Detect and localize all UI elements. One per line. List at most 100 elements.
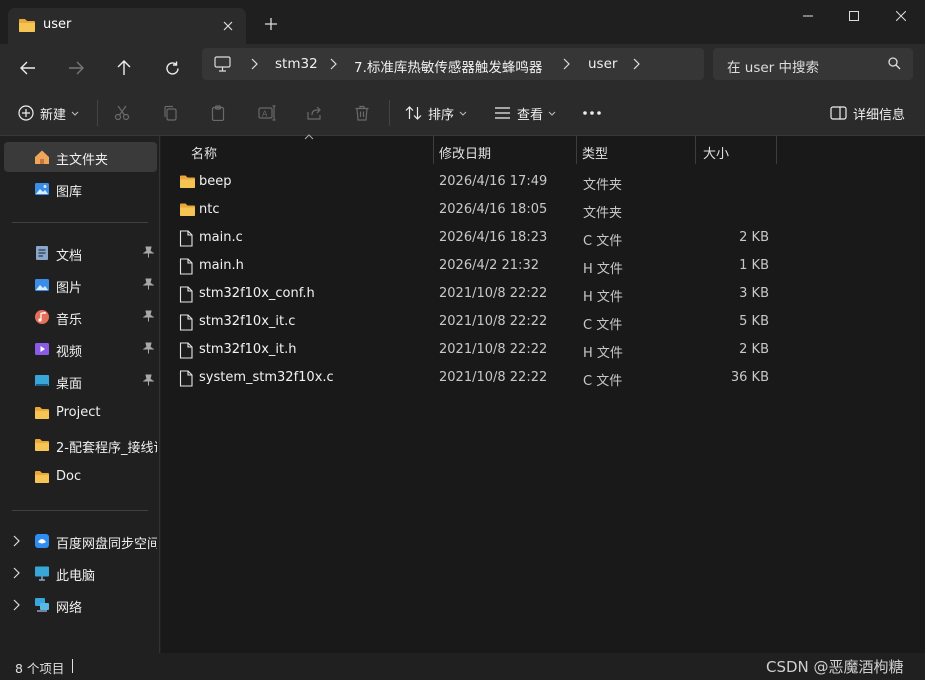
column-header-date[interactable]: 修改日期 bbox=[434, 136, 577, 164]
search-input[interactable]: 在 user 中搜索 bbox=[713, 48, 913, 80]
sort-button[interactable]: 排序 bbox=[405, 98, 467, 128]
sidebar-item-doc[interactable]: Doc bbox=[4, 462, 157, 492]
toolbar-divider bbox=[97, 100, 98, 126]
chevron-right-icon[interactable] bbox=[12, 567, 20, 579]
file-row[interactable]: ntc 2026/4/16 18:05 文件夹 bbox=[173, 196, 913, 224]
file-icon bbox=[179, 342, 193, 359]
new-tab-button[interactable] bbox=[258, 12, 284, 36]
column-label: 大小 bbox=[703, 147, 730, 162]
file-name: system_stm32f10x.c bbox=[199, 370, 334, 385]
file-row[interactable]: main.h 2026/4/2 21:32 H 文件 1 KB bbox=[173, 252, 913, 280]
new-label: 新建 bbox=[40, 107, 67, 123]
file-name: main.h bbox=[199, 258, 244, 273]
gallery-icon bbox=[35, 183, 49, 195]
details-pane-button[interactable]: 详细信息 bbox=[830, 98, 905, 128]
file-date: 2021/10/8 22:22 bbox=[439, 286, 548, 301]
file-name: main.c bbox=[199, 230, 243, 245]
sidebar-item-project[interactable]: Project bbox=[4, 398, 157, 428]
file-row[interactable]: beep 2026/4/16 17:49 文件夹 bbox=[173, 168, 913, 196]
title-bar: user bbox=[0, 0, 925, 44]
back-button[interactable] bbox=[12, 52, 44, 84]
sidebar-item-sample-code[interactable]: 2-配套程序_接线说明 bbox=[4, 430, 157, 460]
file-type: C 文件 bbox=[583, 318, 623, 333]
sidebar-label: 图片 bbox=[56, 281, 83, 296]
sidebar-label: 桌面 bbox=[56, 377, 83, 392]
sort-label: 排序 bbox=[428, 107, 455, 123]
breadcrumb-stm32[interactable]: stm32 bbox=[275, 56, 318, 72]
picture-icon bbox=[35, 279, 49, 291]
file-row[interactable]: stm32f10x_it.h 2021/10/8 22:22 H 文件 2 KB bbox=[173, 336, 913, 364]
refresh-icon bbox=[165, 61, 179, 75]
file-name: stm32f10x_it.h bbox=[199, 342, 297, 357]
paste-button[interactable] bbox=[210, 98, 226, 128]
sidebar-item-documents[interactable]: 文档 bbox=[4, 238, 157, 268]
file-name: beep bbox=[199, 174, 232, 189]
folder-icon bbox=[180, 203, 195, 216]
computer-icon bbox=[214, 56, 231, 72]
file-icon bbox=[179, 286, 193, 303]
chevron-down-icon bbox=[71, 111, 79, 116]
sidebar-item-home[interactable]: 主文件夹 bbox=[4, 142, 157, 172]
item-count: 8 个项目 bbox=[15, 661, 65, 676]
maximize-button[interactable] bbox=[831, 0, 877, 32]
video-icon bbox=[35, 343, 49, 355]
sidebar-item-network[interactable]: 网络 bbox=[4, 590, 157, 620]
trash-icon bbox=[355, 105, 369, 121]
command-bar: 新建 A 排序 查看 详细信息 bbox=[0, 88, 925, 136]
file-row[interactable]: stm32f10x_it.c 2021/10/8 22:22 C 文件 5 KB bbox=[173, 308, 913, 336]
minimize-button[interactable] bbox=[785, 0, 831, 32]
breadcrumb-user[interactable]: user bbox=[588, 56, 617, 72]
view-button[interactable]: 查看 bbox=[494, 98, 556, 128]
sidebar-label: 主文件夹 bbox=[56, 153, 109, 168]
chevron-right-icon bbox=[563, 58, 570, 70]
chevron-right-icon[interactable] bbox=[12, 535, 20, 547]
arrow-right-icon bbox=[69, 61, 84, 75]
copy-button[interactable] bbox=[162, 98, 178, 128]
more-options-button[interactable] bbox=[583, 98, 601, 128]
column-header-size[interactable]: 大小 bbox=[696, 136, 777, 164]
share-button[interactable] bbox=[306, 98, 322, 128]
minimize-icon bbox=[803, 15, 813, 17]
tab-close-button[interactable] bbox=[216, 14, 240, 38]
new-button[interactable]: 新建 bbox=[18, 98, 79, 128]
rename-button[interactable]: A bbox=[258, 98, 276, 128]
file-row[interactable]: stm32f10x_conf.h 2021/10/8 22:22 H 文件 3 KB bbox=[173, 280, 913, 308]
sidebar-item-gallery[interactable]: 图库 bbox=[4, 174, 157, 204]
folder-icon bbox=[35, 407, 49, 419]
folder-icon bbox=[35, 439, 49, 451]
sidebar-item-music[interactable]: 音乐 bbox=[4, 302, 157, 332]
tab-user[interactable]: user bbox=[8, 8, 246, 44]
file-icon bbox=[179, 314, 193, 331]
cut-button[interactable] bbox=[114, 98, 130, 128]
copy-icon bbox=[164, 105, 177, 121]
refresh-button[interactable] bbox=[156, 52, 188, 84]
file-row[interactable]: main.c 2026/4/16 18:23 C 文件 2 KB bbox=[173, 224, 913, 252]
file-date: 2026/4/16 18:23 bbox=[439, 230, 548, 245]
sidebar-item-desktop[interactable]: 桌面 bbox=[4, 366, 157, 396]
address-bar[interactable]: stm32 7.标准库热敏传感器触发蜂鸣器 user bbox=[202, 48, 704, 80]
column-header-type[interactable]: 类型 bbox=[577, 136, 696, 164]
file-type: C 文件 bbox=[583, 374, 623, 389]
file-date: 2026/4/16 18:05 bbox=[439, 202, 548, 217]
file-name: stm32f10x_it.c bbox=[199, 314, 296, 329]
column-header-name[interactable]: 名称 bbox=[173, 136, 434, 164]
chevron-right-icon bbox=[633, 58, 640, 70]
file-row[interactable]: system_stm32f10x.c 2021/10/8 22:22 C 文件 36 … bbox=[173, 364, 913, 392]
file-type: H 文件 bbox=[583, 346, 623, 361]
sidebar-item-pictures[interactable]: 图片 bbox=[4, 270, 157, 300]
close-window-button[interactable] bbox=[878, 0, 924, 32]
svg-text:A: A bbox=[262, 110, 268, 119]
toolbar-divider bbox=[389, 100, 390, 126]
sidebar-item-this-pc[interactable]: 此电脑 bbox=[4, 558, 157, 588]
network-icon bbox=[35, 598, 49, 612]
chevron-right-icon[interactable] bbox=[12, 599, 20, 611]
file-size: 36 KB bbox=[730, 370, 769, 385]
sidebar-item-videos[interactable]: 视频 bbox=[4, 334, 157, 364]
delete-button[interactable] bbox=[354, 98, 370, 128]
home-icon bbox=[35, 150, 49, 164]
forward-button[interactable] bbox=[60, 52, 92, 84]
up-button[interactable] bbox=[108, 52, 140, 84]
breadcrumb-project[interactable]: 7.标准库热敏传感器触发蜂鸣器 bbox=[354, 56, 542, 76]
sidebar-item-baidu-sync[interactable]: 百度网盘同步空间 bbox=[4, 526, 157, 556]
file-icon bbox=[179, 370, 193, 387]
